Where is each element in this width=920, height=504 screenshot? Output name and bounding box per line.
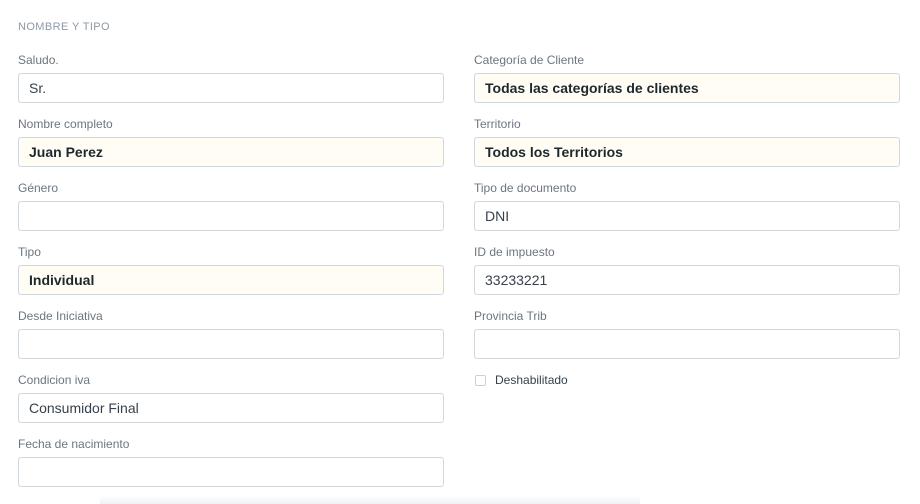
disabled-checkbox[interactable]: [475, 375, 486, 386]
type-input[interactable]: Individual: [18, 265, 444, 295]
full-name-label: Nombre completo: [18, 117, 113, 131]
lead-source-label: Desde Iniciativa: [18, 309, 103, 323]
birth-date-field: Fecha de nacimiento: [18, 436, 444, 500]
customer-category-label: Categoría de Cliente: [474, 53, 585, 67]
territory-input[interactable]: Todos los Territorios: [474, 137, 900, 167]
customer-category-input[interactable]: Todas las categorías de clientes: [474, 73, 900, 103]
left-column: Saludo. Sr. Nombre completo Juan Perez G…: [18, 52, 444, 500]
tax-province-input[interactable]: [474, 329, 900, 359]
territory-field: Territorio Todos los Territorios: [474, 116, 900, 180]
vat-condition-label: Condicion iva: [18, 373, 91, 387]
tax-id-field: ID de impuesto 33233221: [474, 244, 900, 308]
salutation-label: Saludo.: [18, 53, 59, 67]
type-label: Tipo: [18, 245, 41, 259]
full-name-input[interactable]: Juan Perez: [18, 137, 444, 167]
section-title: NOMBRE Y TIPO: [18, 21, 111, 33]
document-type-field: Tipo de documento DNI: [474, 180, 900, 244]
type-field: Tipo Individual: [18, 244, 444, 308]
vat-condition-input[interactable]: Consumidor Final: [18, 393, 444, 423]
gender-label: Género: [18, 181, 59, 195]
tax-province-label: Provincia Trib: [474, 309, 547, 323]
vat-condition-field: Condicion iva Consumidor Final: [18, 372, 444, 436]
tax-id-input[interactable]: 33233221: [474, 265, 900, 295]
tax-province-field: Provincia Trib: [474, 308, 900, 372]
birth-date-input[interactable]: [18, 457, 444, 487]
right-column: Categoría de Cliente Todas las categoría…: [474, 52, 900, 397]
customer-category-field: Categoría de Cliente Todas las categoría…: [474, 52, 900, 116]
gender-field: Género: [18, 180, 444, 244]
tax-id-label: ID de impuesto: [474, 245, 555, 259]
salutation-input[interactable]: Sr.: [18, 73, 444, 103]
disabled-checkbox-row[interactable]: Deshabilitado: [474, 373, 900, 397]
disabled-checkbox-label: Deshabilitado: [495, 373, 568, 387]
lead-source-field: Desde Iniciativa: [18, 308, 444, 372]
gender-input[interactable]: [18, 201, 444, 231]
lead-source-input[interactable]: [18, 329, 444, 359]
document-type-input[interactable]: DNI: [474, 201, 900, 231]
document-type-label: Tipo de documento: [474, 181, 577, 195]
full-name-field: Nombre completo Juan Perez: [18, 116, 444, 180]
birth-date-label: Fecha de nacimiento: [18, 437, 130, 451]
territory-label: Territorio: [474, 117, 521, 131]
salutation-field: Saludo. Sr.: [18, 52, 444, 116]
bottom-shadow-divider: [100, 496, 640, 504]
